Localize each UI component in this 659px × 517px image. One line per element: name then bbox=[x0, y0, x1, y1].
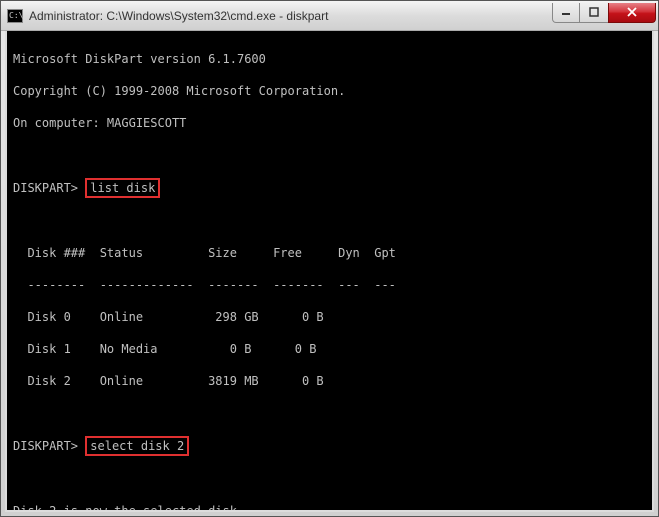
disk-row-1: Disk 1 No Media 0 B 0 B bbox=[13, 341, 646, 357]
disk-row-0: Disk 0 Online 298 GB 0 B bbox=[13, 309, 646, 325]
cmd-window: C:\ Administrator: C:\Windows\System32\c… bbox=[0, 0, 659, 517]
window-controls bbox=[553, 3, 656, 23]
window-title: Administrator: C:\Windows\System32\cmd.e… bbox=[29, 9, 553, 23]
computer-line: On computer: MAGGIESCOTT bbox=[13, 115, 646, 131]
prompt: DISKPART> bbox=[13, 439, 78, 453]
msg-selected: Disk 2 is now the selected disk. bbox=[13, 503, 646, 512]
close-button[interactable] bbox=[608, 3, 656, 23]
prompt: DISKPART> bbox=[13, 181, 78, 195]
version-line: Microsoft DiskPart version 6.1.7600 bbox=[13, 51, 646, 67]
minimize-button[interactable] bbox=[552, 3, 580, 23]
disk-table-header: Disk ### Status Size Free Dyn Gpt bbox=[13, 245, 646, 261]
titlebar[interactable]: C:\ Administrator: C:\Windows\System32\c… bbox=[1, 1, 658, 31]
disk-row-2: Disk 2 Online 3819 MB 0 B bbox=[13, 373, 646, 389]
cmd-list-disk: list disk bbox=[85, 178, 160, 198]
cmd-icon: C:\ bbox=[7, 9, 23, 23]
terminal-output[interactable]: Microsoft DiskPart version 6.1.7600 Copy… bbox=[5, 31, 654, 512]
maximize-button[interactable] bbox=[579, 3, 609, 23]
copyright-line: Copyright (C) 1999-2008 Microsoft Corpor… bbox=[13, 83, 646, 99]
disk-table-divider: -------- ------------- ------- ------- -… bbox=[13, 277, 646, 293]
cmd-select-disk: select disk 2 bbox=[85, 436, 189, 456]
